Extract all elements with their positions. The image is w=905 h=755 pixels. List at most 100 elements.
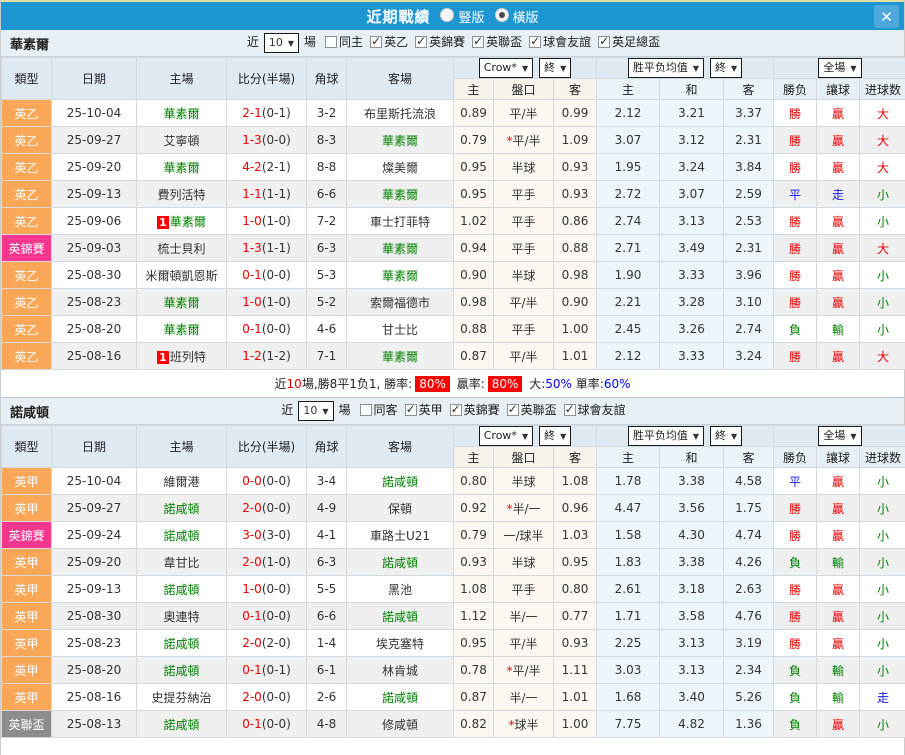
away-team-name: 黑池 bbox=[387, 582, 412, 597]
league-filter-checkbox[interactable] bbox=[370, 34, 383, 48]
league-filter-checkbox[interactable] bbox=[472, 34, 485, 48]
score-cell: 1-0(1-0) bbox=[226, 288, 307, 316]
odds-time-select[interactable]: 終 ▼ bbox=[539, 426, 572, 446]
away-team-name: 諾咸頓 bbox=[381, 555, 418, 570]
league-filter-label[interactable]: 同主 bbox=[339, 35, 363, 49]
recent-count-select[interactable]: 10 ▼ bbox=[298, 401, 334, 421]
goals-cell: 大 bbox=[859, 126, 905, 154]
handicap-result-cell: 贏 bbox=[816, 153, 860, 181]
result-cell: 負 bbox=[773, 656, 817, 684]
league-filter-label[interactable]: 同客 bbox=[374, 403, 398, 417]
layout-radio-horizontal[interactable] bbox=[494, 8, 509, 22]
odds-away-cell: 0.88 bbox=[553, 234, 597, 262]
goals-cell: 小 bbox=[859, 656, 905, 684]
corner-cell: 4-6 bbox=[306, 315, 347, 343]
full-time-score: 0-1 bbox=[242, 717, 262, 731]
results-table: 類型 日期 主場 比分(半場) 角球 客場 Crow* ▼ 終 ▼ 胜平负均值 ▼ 終 ▼ 全場 ▼ 主盤口客主… bbox=[1, 425, 905, 738]
away-team-name: 華素爾 bbox=[381, 268, 418, 283]
league-filter-checkbox[interactable] bbox=[359, 404, 372, 416]
goals-cell: 小 bbox=[859, 180, 905, 208]
away-team-cell: 諾咸頓 bbox=[346, 548, 454, 576]
close-button[interactable]: ✕ bbox=[874, 5, 899, 28]
league-filter-label[interactable]: 英錦賽 bbox=[429, 35, 465, 49]
date-cell: 25-09-03 bbox=[51, 234, 137, 262]
mean-time-select[interactable]: 終 ▼ bbox=[710, 58, 743, 78]
score-cell: 1-3(1-1) bbox=[226, 234, 307, 262]
mean-draw-cell: 3.13 bbox=[659, 656, 724, 684]
team-name: 諾咸頓 bbox=[10, 405, 50, 421]
mean-odds-select[interactable]: 胜平负均值 ▼ bbox=[627, 426, 704, 446]
sections-container: 華素爾近10▼場同主英乙英錦賽英聯盃球會友誼英足總盃類型日期主場比分(半場)角球… bbox=[1, 30, 905, 738]
corner-cell: 5-2 bbox=[306, 288, 347, 316]
league-filter-checkbox[interactable] bbox=[563, 402, 576, 416]
result-cell: 勝 bbox=[773, 234, 817, 262]
layout-radio-label[interactable]: 豎版 bbox=[458, 11, 484, 26]
full-match-select[interactable]: 全場 ▼ bbox=[818, 58, 862, 78]
half-time-score: (1-0) bbox=[261, 555, 291, 569]
result-cell: 勝 bbox=[773, 602, 817, 630]
odds-home-cell: 0.93 bbox=[453, 548, 494, 576]
half-time-score: (1-0) bbox=[261, 295, 291, 309]
away-team-name: 布里斯托流浪 bbox=[363, 106, 436, 121]
odds-home-cell: 0.79 bbox=[453, 521, 494, 549]
score-cell: 1-2(1-2) bbox=[226, 342, 307, 370]
goals-cell: 小 bbox=[859, 575, 905, 603]
home-team-cell: 韋甘比 bbox=[136, 548, 227, 576]
league-cell: 英甲 bbox=[1, 467, 52, 495]
odds-time-select[interactable]: 終 ▼ bbox=[539, 58, 572, 78]
away-team-cell: 林肯城 bbox=[346, 656, 454, 684]
league-filter-checkbox[interactable] bbox=[449, 402, 462, 416]
odds-company-select[interactable]: Crow* ▼ bbox=[478, 58, 534, 78]
mean-away-cell: 3.24 bbox=[723, 342, 774, 370]
layout-radio-vertical[interactable] bbox=[440, 8, 455, 22]
recent-count-select[interactable]: 10 ▼ bbox=[263, 33, 300, 53]
league-filter-label[interactable]: 英足總盃 bbox=[612, 35, 660, 49]
full-time-score: 3-0 bbox=[242, 528, 262, 542]
away-team-name: 林肯城 bbox=[381, 663, 418, 678]
league-filter-checkbox[interactable] bbox=[506, 402, 519, 416]
score-cell: 2-0(2-0) bbox=[226, 629, 307, 657]
home-team-cell: 諾咸頓 bbox=[136, 656, 227, 684]
away-team-cell: 華素爾 bbox=[346, 180, 454, 208]
league-filter-checkbox[interactable] bbox=[598, 34, 611, 48]
league-filter-checkbox[interactable] bbox=[404, 402, 417, 416]
full-time-score: 2-1 bbox=[242, 106, 262, 120]
league-filter-label[interactable]: 英乙 bbox=[384, 35, 408, 49]
chevron-down-icon: ▼ bbox=[692, 432, 699, 441]
layout-radio-group: 豎版 橫版 bbox=[430, 7, 539, 26]
mean-home-cell: 3.03 bbox=[596, 656, 660, 684]
goals-header: 进球数 bbox=[859, 446, 905, 468]
result-cell: 平 bbox=[773, 180, 817, 208]
league-filter-label[interactable]: 英聯盃 bbox=[486, 35, 522, 49]
date-cell: 25-10-04 bbox=[51, 99, 137, 127]
full-match-select[interactable]: 全場 ▼ bbox=[818, 426, 862, 446]
league-cell: 英甲 bbox=[1, 602, 52, 630]
result-cell: 勝 bbox=[773, 494, 817, 522]
mean-time-select[interactable]: 終 ▼ bbox=[710, 426, 743, 446]
handicap-cell: 平/半 bbox=[493, 629, 554, 657]
mean-draw-cell: 3.33 bbox=[659, 261, 724, 289]
type-header: 類型 bbox=[1, 57, 52, 100]
result-cell: 勝 bbox=[773, 153, 817, 181]
layout-radio-label[interactable]: 橫版 bbox=[513, 11, 539, 26]
league-filter-checkbox[interactable] bbox=[415, 34, 428, 48]
date-cell: 25-09-27 bbox=[51, 126, 137, 154]
league-filter-label[interactable]: 球會友誼 bbox=[578, 403, 626, 417]
mean-odds-select[interactable]: 胜平负均值 ▼ bbox=[627, 58, 704, 78]
league-filter-label[interactable]: 英甲 bbox=[419, 403, 443, 417]
date-cell: 25-08-13 bbox=[51, 710, 137, 738]
league-filter-label[interactable]: 英錦賽 bbox=[464, 403, 500, 417]
corner-cell: 5-3 bbox=[306, 261, 347, 289]
mean-away-cell: 4.74 bbox=[723, 521, 774, 549]
mean-away-cell: 2.53 bbox=[723, 207, 774, 235]
odds-company-select[interactable]: Crow* ▼ bbox=[478, 426, 534, 446]
mean-away-cell: 1.75 bbox=[723, 494, 774, 522]
league-filter-label[interactable]: 球會友誼 bbox=[543, 35, 591, 49]
league-filter-checkbox[interactable] bbox=[529, 34, 542, 48]
away-team-name: 華素爾 bbox=[381, 187, 418, 202]
odds-home-cell: 0.90 bbox=[453, 261, 494, 289]
league-filter-label[interactable]: 英聯盃 bbox=[521, 403, 557, 417]
away-team-name: 車士打菲特 bbox=[369, 214, 430, 229]
league-cell: 英乙 bbox=[1, 342, 52, 370]
league-filter-checkbox[interactable] bbox=[325, 36, 338, 48]
